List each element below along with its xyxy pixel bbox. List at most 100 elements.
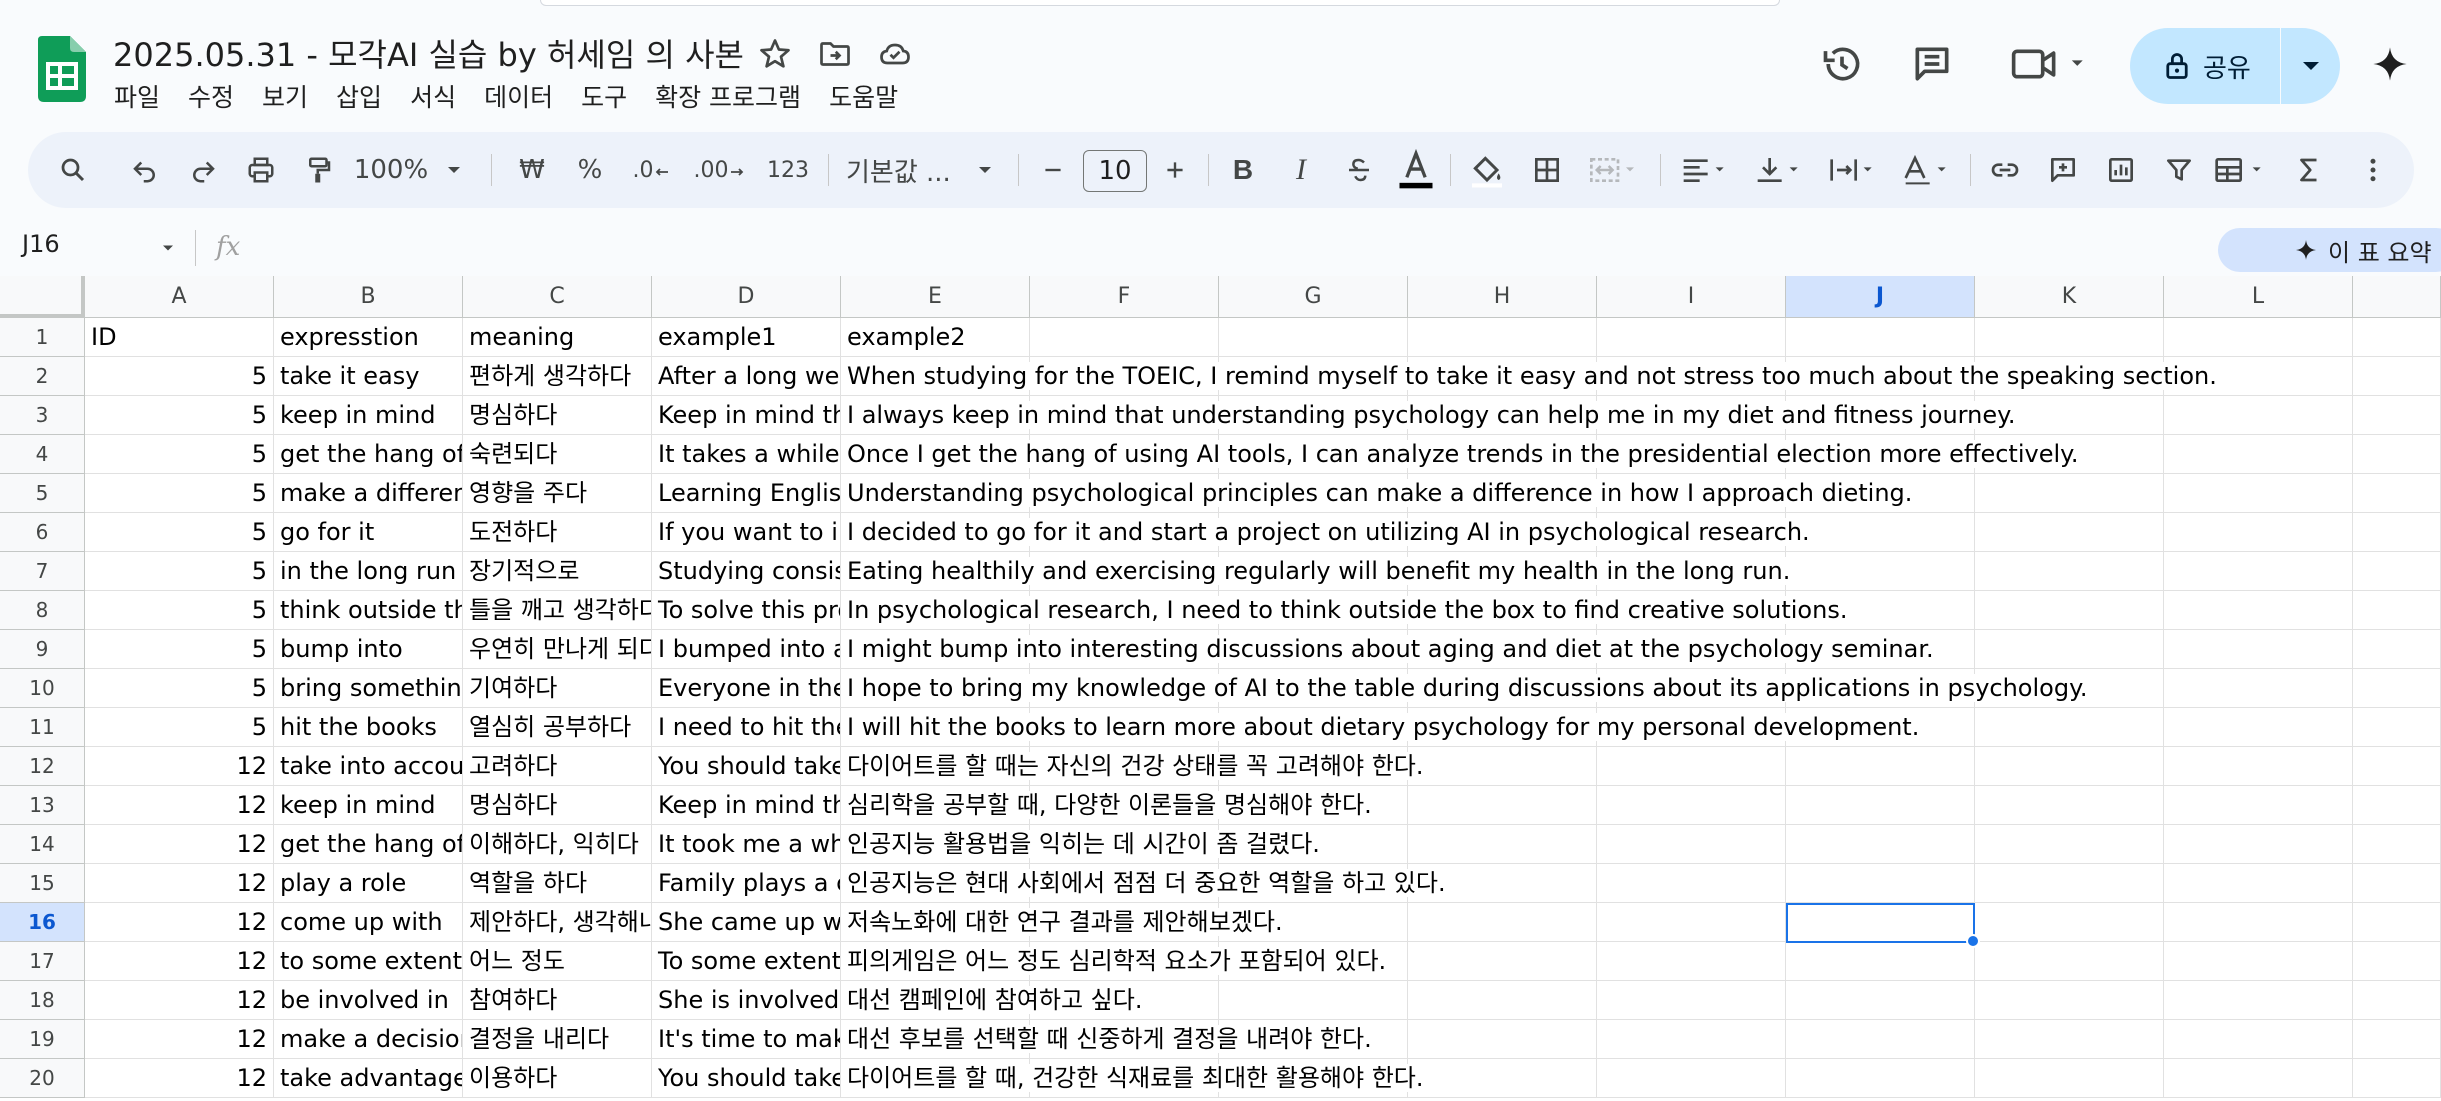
empty-cell[interactable] xyxy=(2164,513,2353,552)
cell-c[interactable]: meaning xyxy=(463,318,652,357)
cell-c[interactable]: 어느 정도 xyxy=(463,942,652,981)
empty-cell[interactable] xyxy=(1597,825,1786,864)
empty-cell[interactable] xyxy=(2353,591,2441,630)
undo-button[interactable] xyxy=(120,132,170,208)
comments-icon[interactable] xyxy=(1910,42,1954,86)
cell-a[interactable]: 12 xyxy=(85,786,274,825)
empty-cell[interactable] xyxy=(1975,825,2164,864)
empty-cell[interactable] xyxy=(1030,318,1219,357)
fill-handle[interactable] xyxy=(1966,934,1980,948)
empty-cell[interactable] xyxy=(1975,864,2164,903)
more-options-button[interactable] xyxy=(2348,132,2398,208)
empty-cell[interactable] xyxy=(1786,942,1975,981)
cell-e[interactable]: I always keep in mind that understanding… xyxy=(841,396,2020,435)
summarize-table-button[interactable]: 이 표 요약 xyxy=(2218,228,2441,272)
cell-b[interactable]: take advantage o xyxy=(274,1059,463,1098)
column-header-b[interactable]: B xyxy=(274,276,463,318)
redo-button[interactable] xyxy=(178,132,228,208)
cell-e[interactable]: example2 xyxy=(841,318,1030,357)
cell-c[interactable]: 열심히 공부하다 xyxy=(463,708,652,747)
text-wrapping-button[interactable] xyxy=(1818,132,1888,208)
row-header[interactable]: 1 xyxy=(0,318,85,357)
cell-c[interactable]: 이용하다 xyxy=(463,1059,652,1098)
cell-d[interactable]: It's time to make xyxy=(652,1020,841,1059)
decrease-font-size-button[interactable] xyxy=(1028,132,1078,208)
cell-d[interactable]: She came up wit xyxy=(652,903,841,942)
cell-d[interactable]: Everyone in the t xyxy=(652,669,841,708)
cell-e[interactable]: 대선 후보를 선택할 때 신중하게 결정을 내려야 한다. xyxy=(841,1020,1376,1059)
cell-c[interactable]: 틀을 깨고 생각하다 xyxy=(463,591,652,630)
cell-d[interactable]: example1 xyxy=(652,318,841,357)
column-header-h[interactable]: H xyxy=(1408,276,1597,318)
cell-d[interactable]: After a long wee xyxy=(652,357,841,396)
empty-cell[interactable] xyxy=(1975,747,2164,786)
column-header-d[interactable]: D xyxy=(652,276,841,318)
empty-cell[interactable] xyxy=(1408,786,1597,825)
cell-a[interactable]: 5 xyxy=(85,669,274,708)
cell-e[interactable]: 인공지능은 현대 사회에서 점점 더 중요한 역할을 하고 있다. xyxy=(841,864,1450,903)
empty-cell[interactable] xyxy=(2164,825,2353,864)
cell-d[interactable]: It takes a while to xyxy=(652,435,841,474)
version-history-icon[interactable] xyxy=(1820,42,1864,86)
empty-cell[interactable] xyxy=(1975,903,2164,942)
empty-cell[interactable] xyxy=(2353,864,2441,903)
meet-video-icon[interactable] xyxy=(2010,42,2090,86)
menu-help[interactable]: 도움말 xyxy=(815,80,912,116)
format-currency-button[interactable]: ₩ xyxy=(508,132,556,208)
row-header[interactable]: 19 xyxy=(0,1020,85,1059)
empty-cell[interactable] xyxy=(2164,435,2353,474)
cell-b[interactable]: hit the books xyxy=(274,708,463,747)
empty-cell[interactable] xyxy=(2353,942,2441,981)
empty-cell[interactable] xyxy=(2353,1059,2441,1098)
column-header-e[interactable]: E xyxy=(841,276,1030,318)
row-header[interactable]: 15 xyxy=(0,864,85,903)
empty-cell[interactable] xyxy=(1786,747,1975,786)
create-filter-button[interactable] xyxy=(2154,132,2204,208)
cell-e[interactable]: 다이어트를 할 때, 건강한 식재료를 최대한 활용해야 한다. xyxy=(841,1059,1428,1098)
empty-cell[interactable] xyxy=(2353,981,2441,1020)
empty-cell[interactable] xyxy=(1786,786,1975,825)
row-header[interactable]: 20 xyxy=(0,1059,85,1098)
cell-a[interactable]: 5 xyxy=(85,435,274,474)
cell-a[interactable]: 12 xyxy=(85,864,274,903)
star-icon[interactable] xyxy=(757,36,793,72)
cell-d[interactable]: Studying consist xyxy=(652,552,841,591)
vertical-align-button[interactable] xyxy=(1744,132,1814,208)
share-button[interactable]: 공유 xyxy=(2130,28,2280,104)
cell-c[interactable]: 명심하다 xyxy=(463,396,652,435)
empty-cell[interactable] xyxy=(1786,981,1975,1020)
empty-cell[interactable] xyxy=(2353,552,2441,591)
cell-b[interactable]: to some extent xyxy=(274,942,463,981)
cell-b[interactable]: in the long run xyxy=(274,552,463,591)
cell-e[interactable]: 대선 캠페인에 참여하고 싶다. xyxy=(841,981,1147,1020)
empty-cell[interactable] xyxy=(1408,747,1597,786)
empty-cell[interactable] xyxy=(2353,669,2441,708)
empty-cell[interactable] xyxy=(1597,318,1786,357)
empty-cell[interactable] xyxy=(1975,513,2164,552)
cell-e[interactable]: I hope to bring my knowledge of AI to th… xyxy=(841,669,2092,708)
row-header[interactable]: 16 xyxy=(0,903,85,942)
empty-cell[interactable] xyxy=(1408,825,1597,864)
cell-a[interactable]: 12 xyxy=(85,825,274,864)
text-rotation-button[interactable] xyxy=(1892,132,1962,208)
row-header[interactable]: 3 xyxy=(0,396,85,435)
cell-b[interactable]: come up with xyxy=(274,903,463,942)
cell-b[interactable]: keep in mind xyxy=(274,396,463,435)
column-header-g[interactable]: G xyxy=(1219,276,1408,318)
menu-format[interactable]: 서식 xyxy=(396,80,470,116)
cell-c[interactable]: 결정을 내리다 xyxy=(463,1020,652,1059)
active-cell-selection[interactable] xyxy=(1786,903,1975,943)
cell-a[interactable]: 5 xyxy=(85,513,274,552)
cell-d[interactable]: I need to hit the b xyxy=(652,708,841,747)
empty-cell[interactable] xyxy=(1786,825,1975,864)
increase-font-size-button[interactable] xyxy=(1150,132,1200,208)
cell-c[interactable]: 장기적으로 xyxy=(463,552,652,591)
empty-cell[interactable] xyxy=(2164,474,2353,513)
empty-cell[interactable] xyxy=(2353,747,2441,786)
font-select[interactable]: 기본값 ... xyxy=(846,132,1006,208)
empty-cell[interactable] xyxy=(1975,318,2164,357)
empty-cell[interactable] xyxy=(2164,669,2353,708)
empty-cell[interactable] xyxy=(2164,1059,2353,1098)
cell-c[interactable]: 숙련되다 xyxy=(463,435,652,474)
empty-cell[interactable] xyxy=(2164,318,2353,357)
